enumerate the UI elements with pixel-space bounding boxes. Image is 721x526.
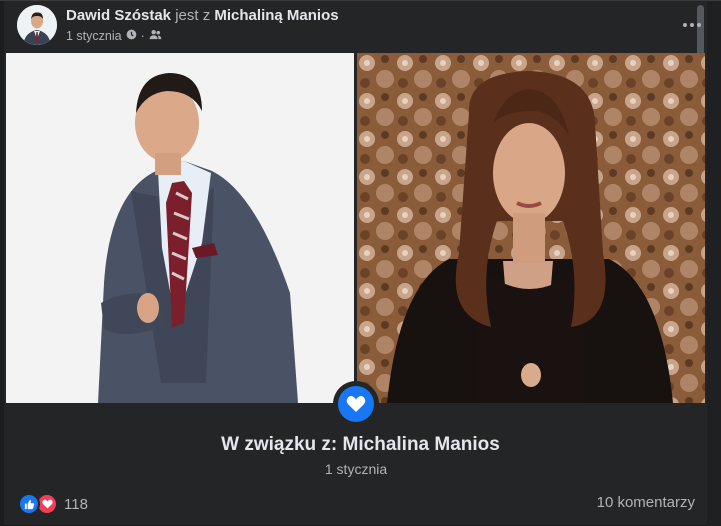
partner-photo[interactable] xyxy=(357,53,705,403)
reaction-count[interactable]: 118 xyxy=(64,496,88,513)
relationship-badge xyxy=(333,381,379,427)
connector-text: jest z xyxy=(175,7,211,24)
avatar-image xyxy=(17,5,57,45)
reactions-summary[interactable]: 118 xyxy=(18,493,88,515)
friends-icon[interactable] xyxy=(149,29,162,43)
post-footer: 118 10 komentarzy xyxy=(18,493,698,515)
meta-separator: · xyxy=(140,29,145,43)
heart-icon xyxy=(346,396,366,412)
photo-collage xyxy=(6,53,705,403)
partner-name[interactable]: Michaliną Manios xyxy=(214,7,338,24)
post-header: Dawid Szóstak jest z Michaliną Manios 1 … xyxy=(17,5,701,45)
more-options-icon[interactable] xyxy=(683,18,705,32)
post-date[interactable]: 1 stycznia xyxy=(66,29,122,43)
relationship-title[interactable]: W związku z: Michalina Manios xyxy=(0,434,721,456)
clock-icon xyxy=(126,29,137,43)
author-photo[interactable] xyxy=(6,53,354,403)
post-card: Dawid Szóstak jest z Michaliną Manios 1 … xyxy=(0,0,721,526)
author-line: Dawid Szóstak jest z Michaliną Manios xyxy=(66,7,339,24)
avatar[interactable] xyxy=(17,5,57,45)
relationship-date: 1 stycznia xyxy=(324,461,388,477)
author-name[interactable]: Dawid Szóstak xyxy=(66,7,171,24)
post-meta: 1 stycznia · xyxy=(66,29,162,43)
comments-count[interactable]: 10 komentarzy xyxy=(597,494,695,511)
like-icon xyxy=(18,493,40,515)
